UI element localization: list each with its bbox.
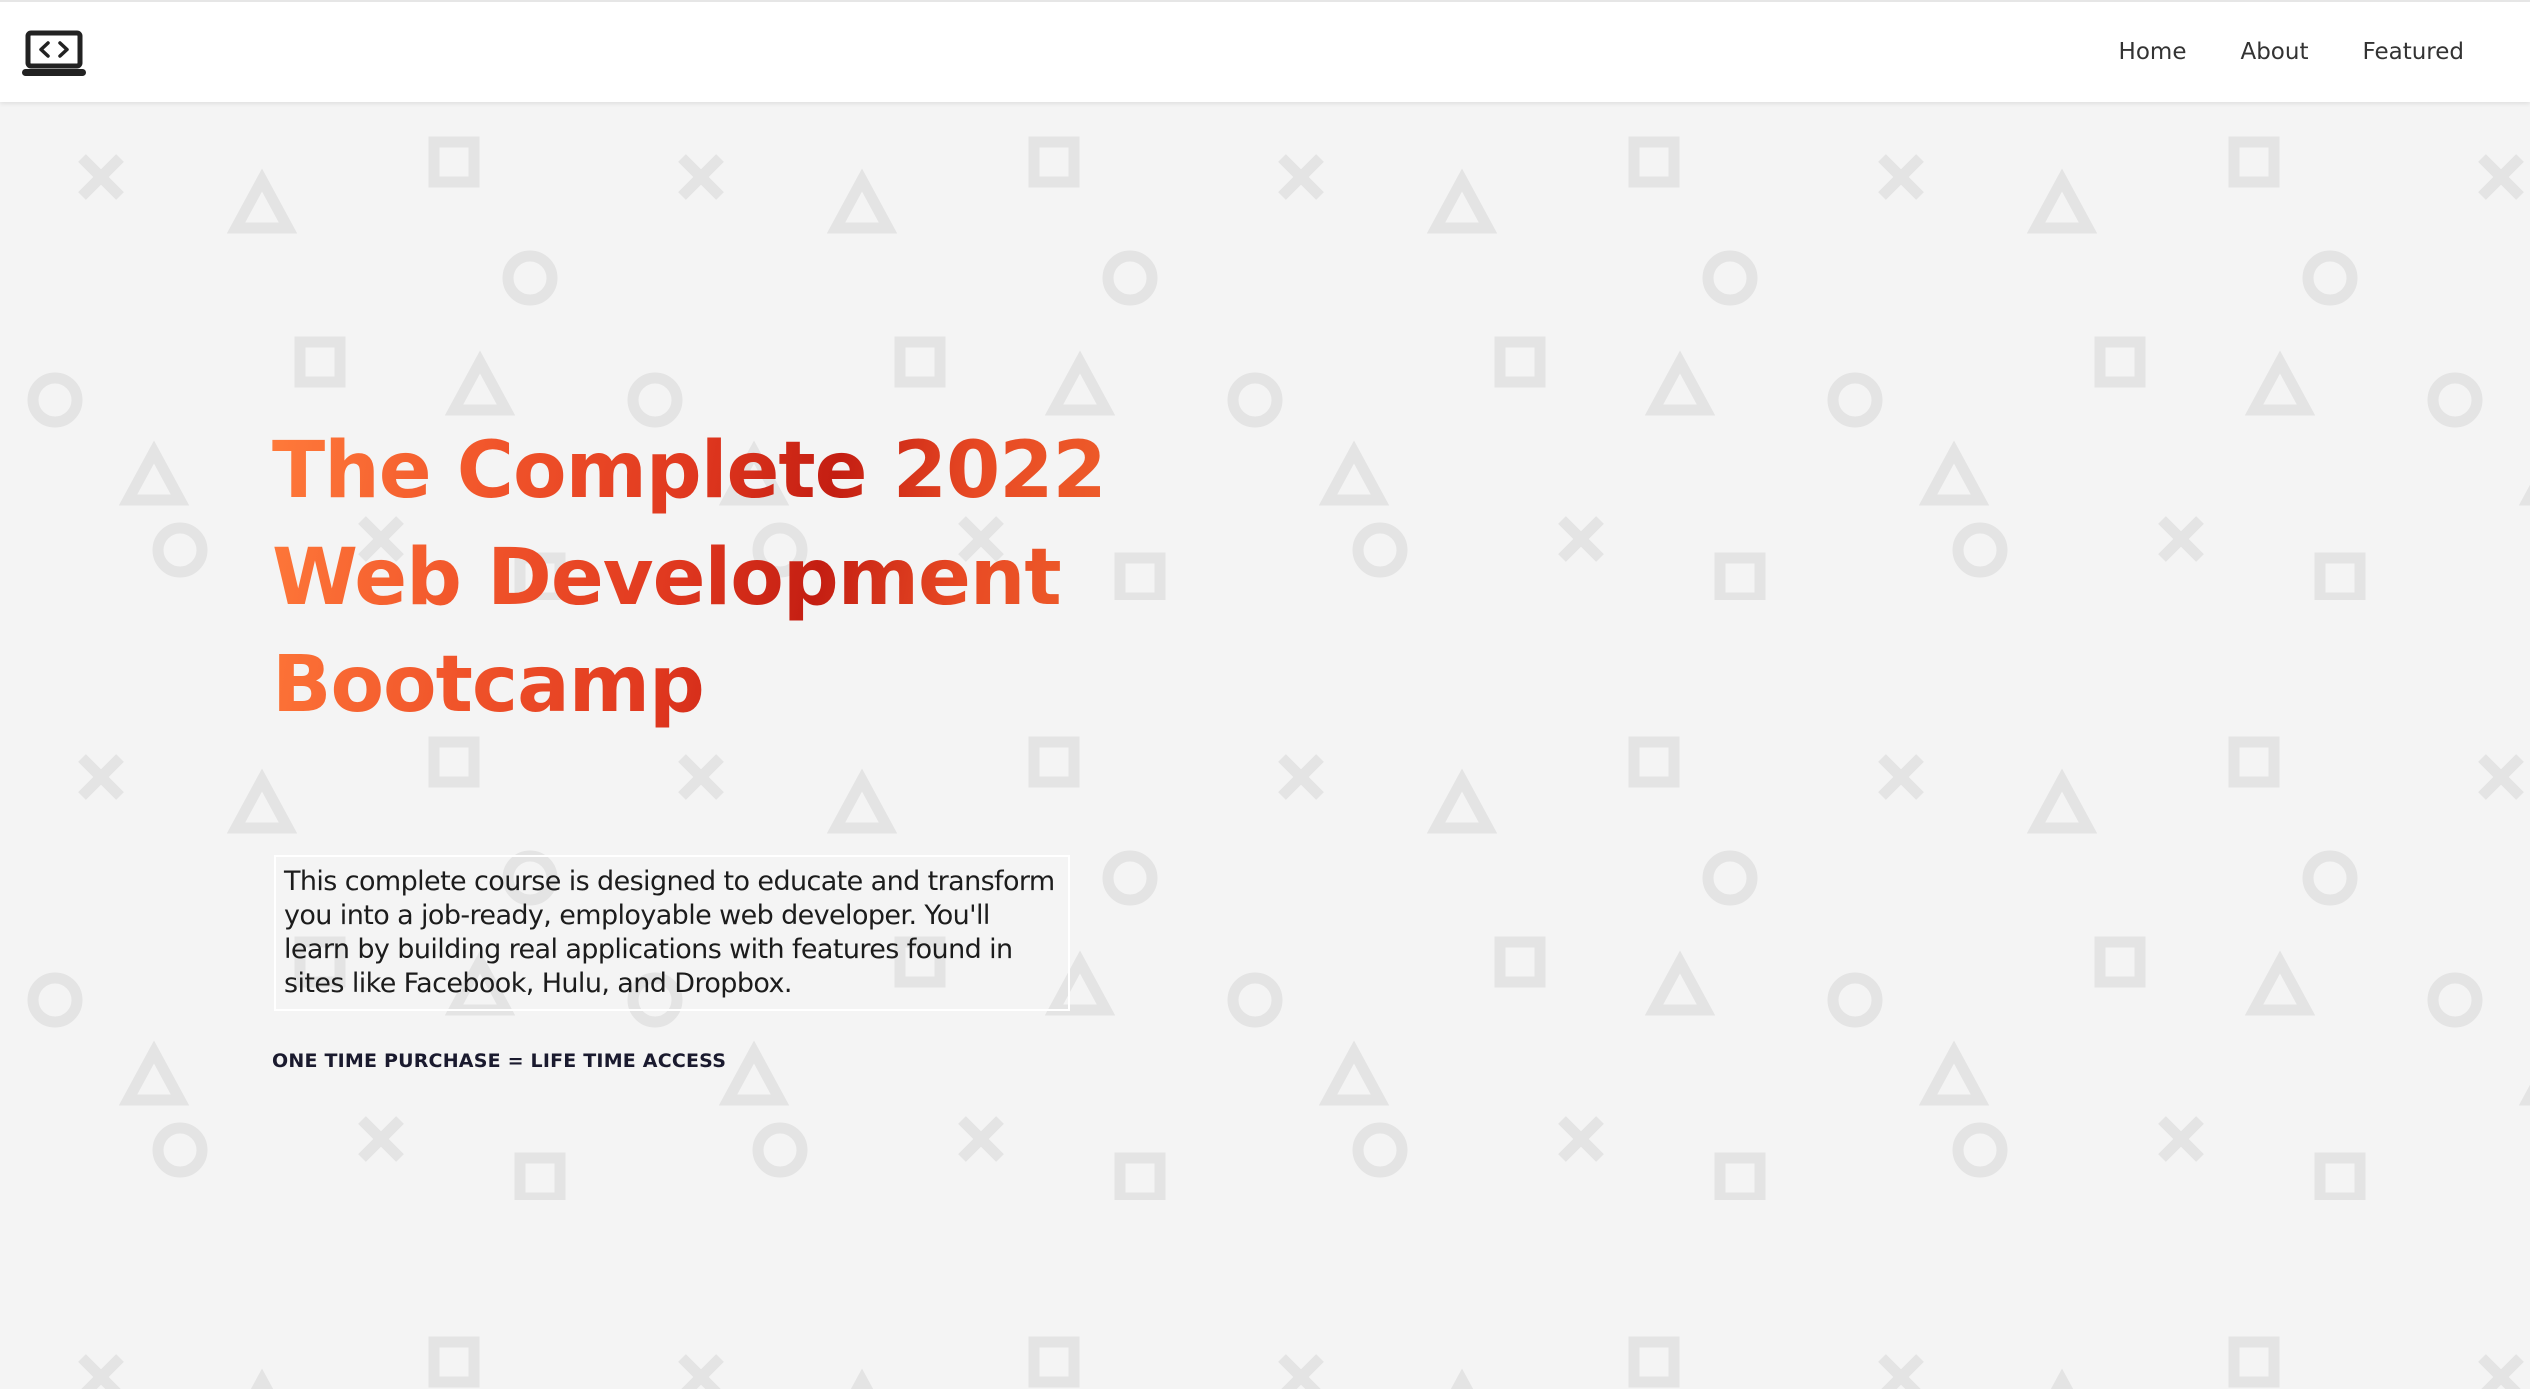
hero-description: This complete course is designed to educ… (274, 855, 1070, 1011)
nav-about-link[interactable]: About (2240, 39, 2308, 65)
nav-featured-link[interactable]: Featured (2362, 39, 2464, 65)
hero-tagline: ONE TIME PURCHASE = LIFE TIME ACCESS (272, 1050, 727, 1072)
hero-section: The Complete 2022 Web Development Bootca… (272, 418, 1172, 1072)
top-navbar: Home About Featured (0, 0, 2530, 102)
hero-title-line-2: Web Development (272, 533, 1061, 623)
nav-home-link[interactable]: Home (2119, 39, 2187, 65)
page: Home About Featured The Complete 2022 We… (0, 0, 2530, 1389)
hero-title: The Complete 2022 Web Development Bootca… (272, 418, 1172, 739)
hero-title-line-3: Bootcamp (272, 640, 704, 730)
main-nav: Home About Featured (2065, 2, 2464, 102)
laptop-code-icon[interactable] (22, 30, 86, 78)
hero-title-line-1: The Complete 2022 (272, 426, 1106, 516)
